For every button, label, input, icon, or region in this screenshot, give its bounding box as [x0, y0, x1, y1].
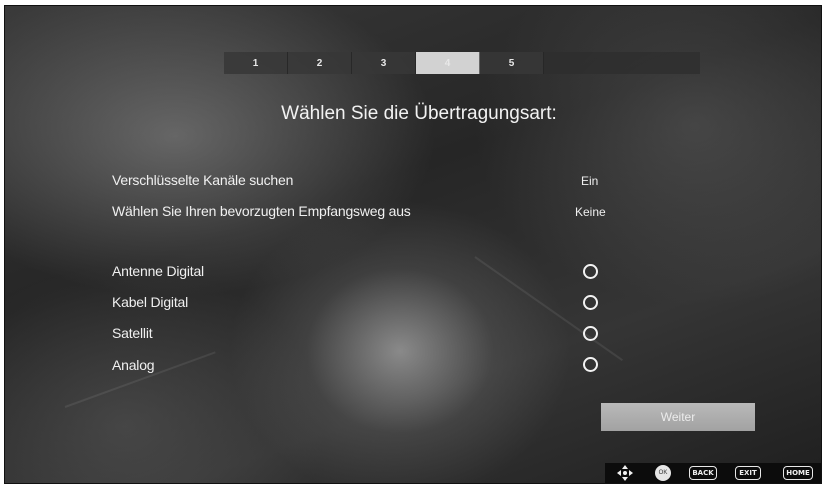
radio-kabel[interactable]: [583, 295, 598, 310]
radio-analog[interactable]: [583, 357, 598, 372]
encrypted-channels-label: Verschlüsselte Kanäle suchen: [112, 172, 294, 188]
option-label-satellit[interactable]: Satellit: [112, 325, 153, 341]
radio-satellit[interactable]: [583, 326, 598, 341]
preferred-reception-label: Wählen Sie Ihren bevorzugten Empfangsweg…: [112, 203, 411, 219]
dpad-icon: [617, 465, 633, 481]
step-bar-extension: [540, 52, 700, 74]
option-label-kabel[interactable]: Kabel Digital: [112, 294, 188, 310]
step-5: 5: [480, 52, 544, 74]
encrypted-channels-value[interactable]: Ein: [581, 174, 598, 188]
step-2: 2: [288, 52, 352, 74]
step-1: 1: [224, 52, 288, 74]
step-3: 3: [352, 52, 416, 74]
option-label-analog[interactable]: Analog: [112, 357, 155, 373]
ok-icon-label: OK: [658, 470, 668, 476]
step-4-active: 4: [416, 52, 480, 74]
preferred-reception-value[interactable]: Keine: [575, 205, 606, 219]
page-title: Wählen Sie die Übertragungsart:: [281, 103, 557, 124]
back-key: BACK: [689, 466, 717, 480]
next-button[interactable]: Weiter: [601, 403, 755, 431]
radio-antenne[interactable]: [583, 264, 598, 279]
background-streak: [474, 256, 624, 362]
step-indicator: 1 2 3 4 5: [224, 52, 544, 74]
ok-icon: OK: [655, 465, 671, 481]
exit-key: EXIT: [735, 466, 761, 480]
home-key: HOME: [783, 466, 813, 480]
tv-setup-screen: 1 2 3 4 5 Wählen Sie die Übertragungsart…: [4, 5, 822, 484]
option-label-antenne[interactable]: Antenne Digital: [112, 263, 204, 279]
